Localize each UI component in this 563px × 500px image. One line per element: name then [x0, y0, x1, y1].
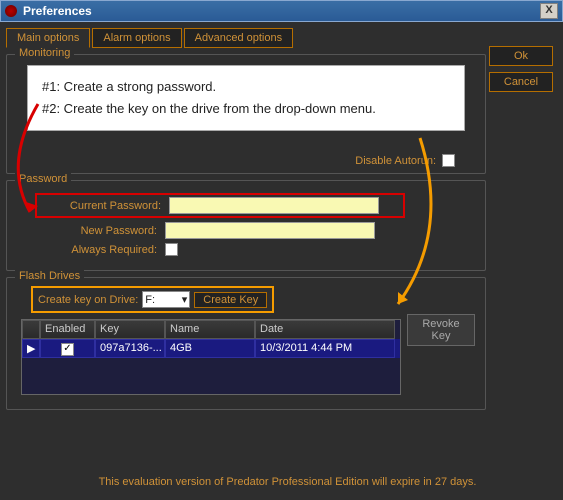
flash-drives-group: Flash Drives Create key on Drive: F: ▾ C…	[6, 277, 486, 410]
col-date: Date	[255, 320, 395, 339]
cell-enabled[interactable]: ✓	[40, 339, 95, 358]
workarea: Ok Cancel Main options Alarm options Adv…	[0, 22, 563, 500]
table-header: Enabled Key Name Date	[22, 320, 400, 339]
monitoring-group: Monitoring #1: Create a strong password.…	[6, 54, 486, 174]
app-icon	[5, 5, 17, 17]
create-key-button[interactable]: Create Key	[194, 292, 267, 308]
evaluation-footer: This evaluation version of Predator Prof…	[6, 476, 563, 488]
create-key-highlight: Create key on Drive: F: ▾ Create Key	[31, 286, 274, 313]
current-password-row: Current Password:	[35, 193, 405, 218]
drive-select[interactable]: F: ▾	[142, 291, 190, 308]
drive-select-value: F:	[145, 294, 155, 306]
cell-key: 097a7136-...	[95, 339, 165, 358]
enabled-checkbox[interactable]: ✓	[61, 343, 74, 356]
current-password-input[interactable]	[169, 197, 379, 214]
current-password-label: Current Password:	[39, 200, 169, 212]
col-selector	[22, 320, 40, 339]
disable-autorun-label: Disable Autorun:	[355, 155, 436, 167]
tab-alarm[interactable]: Alarm options	[92, 28, 181, 48]
create-key-label: Create key on Drive:	[38, 294, 138, 306]
disable-autorun-checkbox[interactable]	[442, 154, 455, 167]
revoke-key-button[interactable]: Revoke Key	[407, 314, 475, 346]
col-key: Key	[95, 320, 165, 339]
cell-date: 10/3/2011 4:44 PM	[255, 339, 395, 358]
password-legend: Password	[15, 173, 71, 185]
table-row[interactable]: ▶ ✓ 097a7136-... 4GB 10/3/2011 4:44 PM	[22, 339, 400, 358]
password-group: Password Current Password: New Password:…	[6, 180, 486, 271]
col-name: Name	[165, 320, 255, 339]
dialog-buttons: Ok Cancel	[489, 46, 553, 92]
flash-legend: Flash Drives	[15, 270, 84, 282]
ok-button[interactable]: Ok	[489, 46, 553, 66]
new-password-input[interactable]	[165, 222, 375, 239]
window-title: Preferences	[23, 4, 540, 18]
cancel-button[interactable]: Cancel	[489, 72, 553, 92]
callout-line1: #1: Create a strong password.	[42, 76, 450, 98]
instruction-callout: #1: Create a strong password. #2: Create…	[27, 65, 465, 131]
chevron-down-icon: ▾	[182, 293, 188, 306]
close-button[interactable]: X	[540, 3, 558, 19]
row-indicator-icon: ▶	[22, 339, 40, 358]
always-required-label: Always Required:	[35, 244, 165, 256]
keys-table: Enabled Key Name Date ▶ ✓ 097a7136-... 4…	[21, 319, 401, 395]
tab-bar: Main options Alarm options Advanced opti…	[6, 28, 486, 48]
tab-advanced[interactable]: Advanced options	[184, 28, 293, 48]
cell-name: 4GB	[165, 339, 255, 358]
callout-line2: #2: Create the key on the drive from the…	[42, 98, 450, 120]
titlebar: Preferences X	[0, 0, 563, 22]
col-enabled: Enabled	[40, 320, 95, 339]
tab-main[interactable]: Main options	[6, 28, 90, 48]
monitoring-legend: Monitoring	[15, 47, 74, 59]
always-required-checkbox[interactable]	[165, 243, 178, 256]
new-password-label: New Password:	[35, 225, 165, 237]
